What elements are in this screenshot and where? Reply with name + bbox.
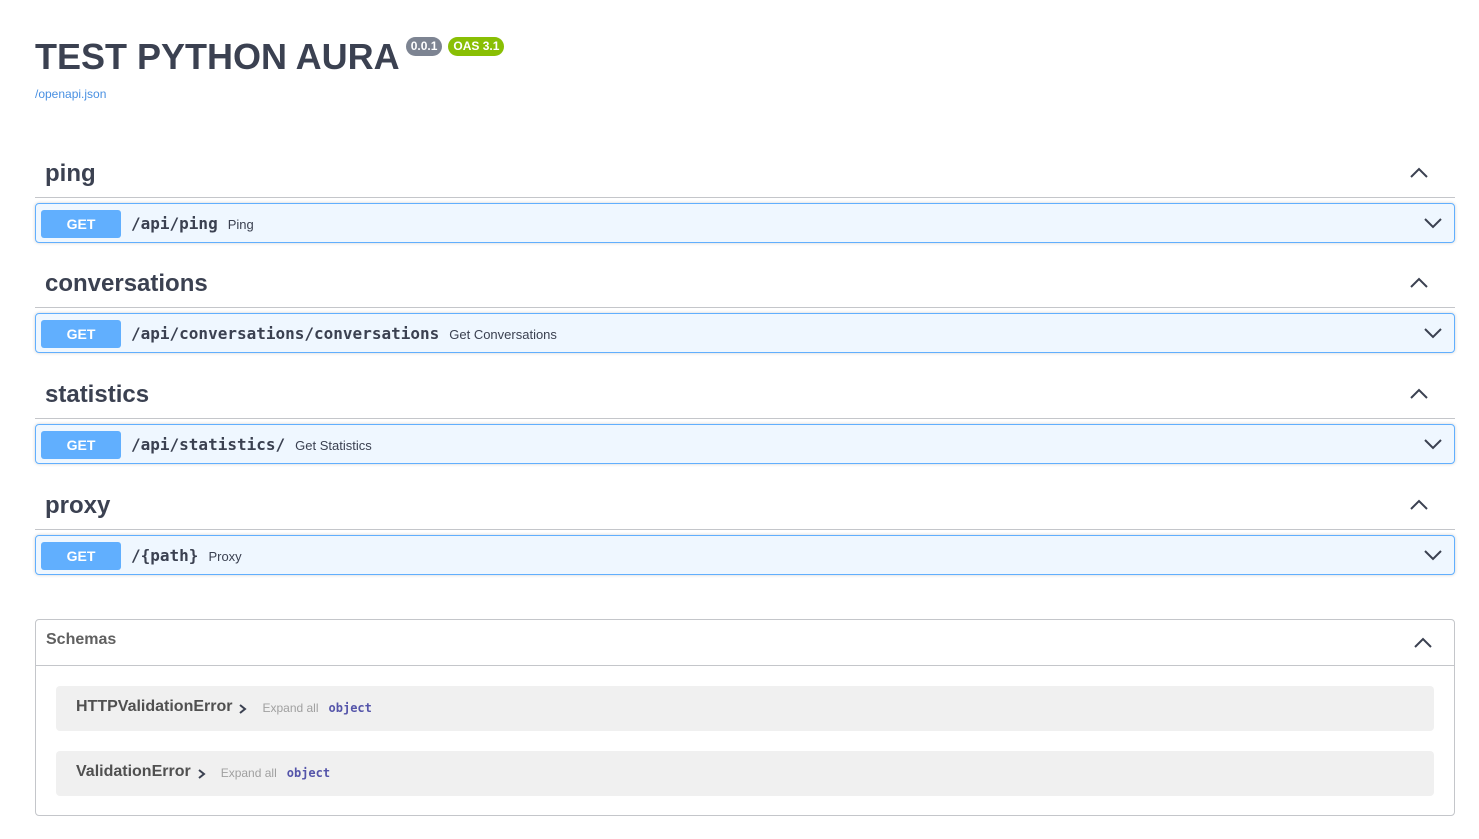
chevron-up-icon[interactable] bbox=[1409, 275, 1429, 289]
operation-path: /api/ping Ping bbox=[131, 214, 254, 233]
chevron-down-icon[interactable] bbox=[1424, 548, 1442, 562]
model-validationerror[interactable]: ValidationError Expand all object bbox=[56, 751, 1434, 796]
operation-path: /{path} Proxy bbox=[131, 546, 242, 565]
api-info: TEST PYTHON AURA 0.0.1 OAS 3.1 /openapi.… bbox=[35, 28, 505, 101]
operation-get-api-conversations[interactable]: GET /api/conversations/conversations Get … bbox=[35, 313, 1455, 353]
chevron-right-icon[interactable] bbox=[197, 768, 207, 780]
model-title: ValidationError Expand all object bbox=[76, 763, 330, 781]
model-title: HTTPValidationError Expand all object bbox=[76, 698, 372, 716]
operation-path: /api/conversations/conversations Get Conv… bbox=[131, 324, 557, 343]
operation-get-proxy[interactable]: GET /{path} Proxy bbox=[35, 535, 1455, 575]
chevron-down-icon[interactable] bbox=[1424, 216, 1442, 230]
path-text: /api/conversations/conversations bbox=[131, 324, 440, 343]
swagger-ui: TEST PYTHON AURA 0.0.1 OAS 3.1 /openapi.… bbox=[0, 0, 1479, 839]
title-row: TEST PYTHON AURA 0.0.1 OAS 3.1 bbox=[35, 28, 505, 86]
openapi-json-link[interactable]: /openapi.json bbox=[35, 87, 504, 101]
model-httpvalidationerror[interactable]: HTTPValidationError Expand all object bbox=[56, 686, 1434, 731]
chevron-right-icon[interactable] bbox=[238, 703, 248, 715]
tag-header-conversations[interactable]: conversations bbox=[35, 257, 1455, 308]
schemas-header[interactable]: Schemas bbox=[36, 620, 1454, 666]
operation-summary: Get Statistics bbox=[295, 438, 372, 453]
expand-all-button[interactable]: Expand all bbox=[221, 766, 277, 780]
operation-summary: Proxy bbox=[208, 549, 242, 564]
tag-section-ping: ping GET /api/ping Ping bbox=[35, 147, 1455, 243]
method-badge: GET bbox=[41, 431, 121, 459]
schemas-title: Schemas bbox=[46, 631, 117, 648]
method-badge: GET bbox=[41, 542, 121, 570]
chevron-up-icon[interactable] bbox=[1409, 386, 1429, 400]
tag-name: proxy bbox=[45, 492, 111, 519]
model-name[interactable]: HTTPValidationError bbox=[76, 698, 232, 716]
model-type: object bbox=[286, 766, 331, 780]
model-name[interactable]: ValidationError bbox=[76, 763, 191, 781]
path-text: /{path} bbox=[131, 546, 199, 565]
tag-name: conversations bbox=[45, 270, 208, 297]
model-type: object bbox=[328, 701, 372, 715]
tag-name: statistics bbox=[45, 381, 150, 408]
path-text: /api/ping bbox=[131, 214, 218, 233]
path-text: /api/statistics/ bbox=[131, 435, 286, 454]
tag-header-proxy[interactable]: proxy bbox=[35, 479, 1455, 530]
api-title: TEST PYTHON AURA bbox=[35, 36, 400, 77]
chevron-down-icon[interactable] bbox=[1424, 437, 1442, 451]
tag-section-conversations: conversations GET /api/conversations/con… bbox=[35, 257, 1455, 353]
version-badge: 0.0.1 bbox=[405, 37, 443, 56]
method-badge: GET bbox=[41, 210, 121, 238]
oas-version-badge: OAS 3.1 bbox=[448, 37, 505, 56]
tag-header-statistics[interactable]: statistics bbox=[35, 368, 1455, 419]
tag-section-proxy: proxy GET /{path} Proxy bbox=[35, 479, 1455, 575]
expand-all-button[interactable]: Expand all bbox=[262, 701, 318, 715]
schemas-section: Schemas HTTPValidationError Expand all o… bbox=[35, 619, 1455, 816]
operation-summary: Get Conversations bbox=[449, 327, 557, 342]
operation-get-api-statistics[interactable]: GET /api/statistics/Get Statistics bbox=[35, 424, 1455, 464]
operation-summary: Ping bbox=[227, 217, 254, 232]
chevron-up-icon[interactable] bbox=[1413, 635, 1433, 649]
tag-section-statistics: statistics GET /api/statistics/Get Stati… bbox=[35, 368, 1455, 464]
chevron-up-icon[interactable] bbox=[1409, 165, 1429, 179]
tag-name: ping bbox=[45, 160, 96, 187]
operation-get-api-ping[interactable]: GET /api/ping Ping bbox=[35, 203, 1455, 243]
chevron-up-icon[interactable] bbox=[1409, 497, 1429, 511]
operation-path: /api/statistics/Get Statistics bbox=[131, 435, 372, 454]
method-badge: GET bbox=[41, 320, 121, 348]
chevron-down-icon[interactable] bbox=[1424, 326, 1442, 340]
tag-header-ping[interactable]: ping bbox=[35, 147, 1455, 198]
